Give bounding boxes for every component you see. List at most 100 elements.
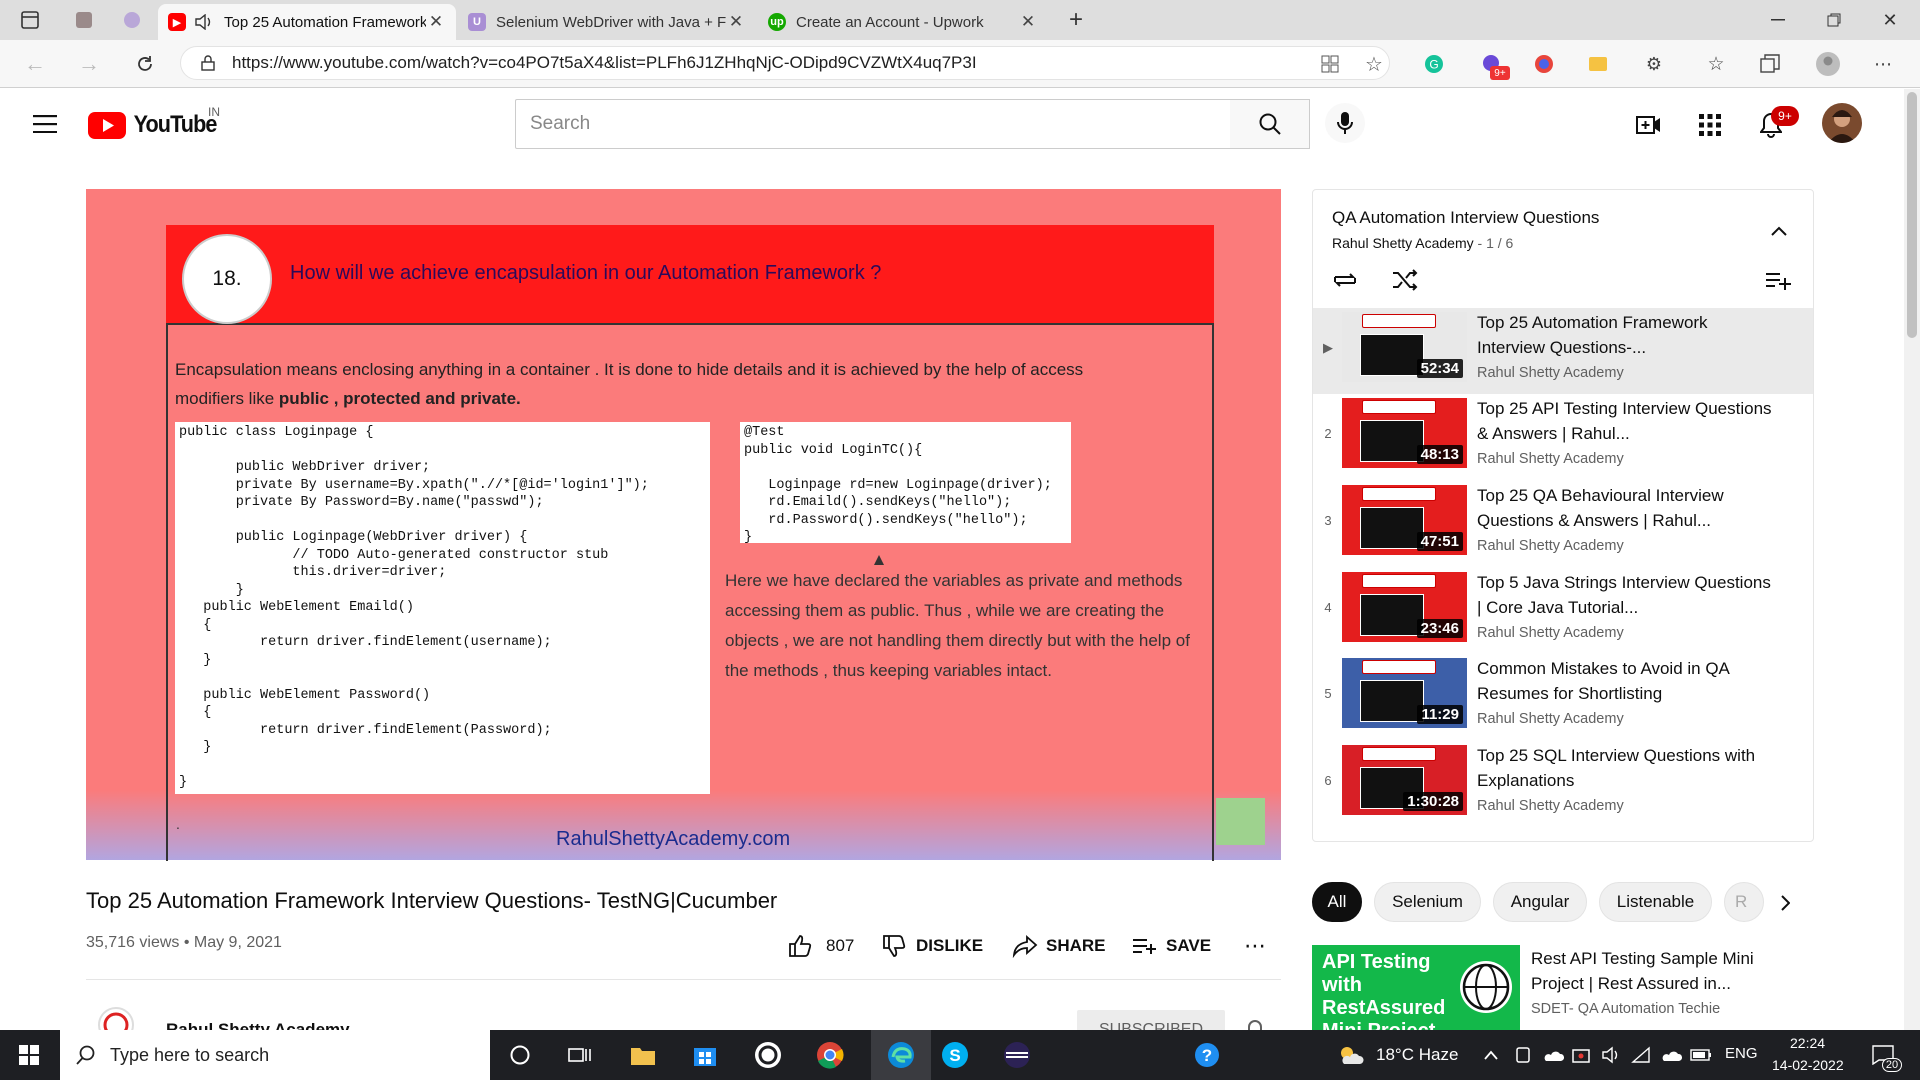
lock-icon[interactable] xyxy=(198,53,218,73)
voice-search-button[interactable] xyxy=(1325,103,1365,143)
scrollbar-thumb[interactable] xyxy=(1907,92,1917,338)
edge-icon[interactable] xyxy=(886,1040,916,1070)
clock-date[interactable]: 14-02-2022 xyxy=(1772,1057,1844,1073)
playlist-item-title[interactable]: Top 25 SQL Interview Questions with Expl… xyxy=(1477,743,1777,793)
close-tab-icon[interactable]: ✕ xyxy=(726,12,746,32)
tab-upwork[interactable]: up Create an Account - Upwork ✕ xyxy=(758,4,1048,40)
tray-device-icon[interactable] xyxy=(1508,1040,1538,1070)
help-icon[interactable]: ? xyxy=(1192,1040,1222,1070)
playlist-item[interactable]: 5 11:29 Common Mistakes to Avoid in QA Res… xyxy=(1313,654,1813,740)
extensions-icon[interactable]: ⚙ xyxy=(1642,52,1666,76)
loop-playlist-icon[interactable] xyxy=(1330,265,1360,295)
dislike-button[interactable]: DISLIKE xyxy=(882,932,983,960)
clock-time[interactable]: 22:24 xyxy=(1790,1035,1825,1051)
tab-udemy[interactable]: U Selenium WebDriver with Java + Framewo… xyxy=(458,4,756,40)
chip-selenium[interactable]: Selenium xyxy=(1374,882,1481,922)
playlist-item-thumbnail[interactable]: 48:13 xyxy=(1342,398,1467,468)
pinned-tab-icon[interactable] xyxy=(72,8,96,32)
color-picker-icon[interactable] xyxy=(1532,52,1556,76)
playlist-item-thumbnail[interactable]: 52:34 xyxy=(1342,312,1467,382)
back-icon[interactable]: ← xyxy=(20,51,50,77)
tab-youtube[interactable]: ▶ Top 25 Automation Framework Interview … xyxy=(158,4,456,40)
eclipse-icon[interactable] xyxy=(1002,1040,1032,1070)
favorites-icon[interactable]: ☆ xyxy=(1704,52,1728,76)
playlist-item-title[interactable]: Common Mistakes to Avoid in QA Resumes f… xyxy=(1477,656,1777,706)
tray-security-icon[interactable] xyxy=(1566,1040,1596,1070)
shuffle-icon[interactable] xyxy=(1390,265,1420,295)
playlist-item-title[interactable]: Top 25 QA Behavioural Interview Question… xyxy=(1477,483,1777,533)
share-button[interactable]: SHARE xyxy=(1012,932,1106,960)
speaker-icon[interactable] xyxy=(194,14,214,30)
playlist-item[interactable]: 6 1:30:28 Top 25 SQL Interview Questions w… xyxy=(1313,741,1813,827)
chip-listenable[interactable]: Listenable xyxy=(1599,882,1712,922)
language-indicator[interactable]: ENG xyxy=(1725,1045,1758,1062)
playlist-item-title[interactable]: Top 25 API Testing Interview Questions &… xyxy=(1477,396,1777,446)
chrome-icon[interactable] xyxy=(815,1040,845,1070)
skype-icon[interactable]: S xyxy=(940,1040,970,1070)
playlist-item-thumbnail[interactable]: 1:30:28 xyxy=(1342,745,1467,815)
playlist-item-channel[interactable]: Rahul Shetty Academy xyxy=(1477,538,1624,554)
create-video-icon[interactable] xyxy=(1634,110,1664,140)
forward-icon[interactable]: → xyxy=(74,51,104,77)
more-actions-icon[interactable]: ⋯ xyxy=(1240,932,1270,960)
wifi-icon[interactable] xyxy=(1626,1040,1656,1070)
grammarly-icon[interactable]: G xyxy=(1422,52,1446,76)
onedrive-icon[interactable] xyxy=(1538,1040,1568,1070)
playlist-item-channel[interactable]: Rahul Shetty Academy xyxy=(1477,625,1624,641)
chip-truncated[interactable]: R xyxy=(1724,882,1764,922)
save-button[interactable]: SAVE xyxy=(1132,932,1211,960)
volume-icon[interactable] xyxy=(1596,1040,1626,1070)
profile-avatar-icon[interactable] xyxy=(1814,50,1842,78)
playlist-item-channel[interactable]: Rahul Shetty Academy xyxy=(1477,451,1624,467)
file-explorer-icon[interactable] xyxy=(628,1040,658,1070)
weather-icon[interactable] xyxy=(1336,1040,1366,1070)
close-window-icon[interactable]: ✕ xyxy=(1876,8,1904,32)
playlist-item[interactable]: 3 47:51 Top 25 QA Behavioural Interview Qu… xyxy=(1313,481,1813,567)
cortana-icon[interactable] xyxy=(505,1040,535,1070)
playlist-item-thumbnail[interactable]: 47:51 xyxy=(1342,485,1467,555)
settings-more-icon[interactable]: ⋯ xyxy=(1870,52,1896,76)
recommended-channel[interactable]: SDET- QA Automation Techie xyxy=(1531,1001,1720,1017)
playlist-item[interactable]: 4 23:46 Top 5 Java Strings Interview Quest… xyxy=(1313,568,1813,654)
playlist-item-channel[interactable]: Rahul Shetty Academy xyxy=(1477,365,1624,381)
tray-chevron-icon[interactable] xyxy=(1476,1040,1506,1070)
playlist-item-thumbnail[interactable]: 23:46 xyxy=(1342,572,1467,642)
cloud-sync-icon[interactable] xyxy=(1656,1040,1686,1070)
task-view-icon[interactable] xyxy=(565,1040,595,1070)
minimize-icon[interactable] xyxy=(1764,8,1792,32)
apps-grid-icon[interactable] xyxy=(1695,110,1725,140)
add-to-queue-icon[interactable] xyxy=(1763,265,1793,295)
youtube-logo[interactable]: YouTube xyxy=(88,110,221,140)
like-button[interactable]: 807 xyxy=(788,932,854,960)
playlist-item-thumbnail[interactable]: 11:29 xyxy=(1342,658,1467,728)
chips-next-icon[interactable] xyxy=(1770,888,1800,918)
taskbar-search-box[interactable]: Type here to search xyxy=(60,1030,490,1080)
chip-angular[interactable]: Angular xyxy=(1493,882,1587,922)
playlist-item-title[interactable]: Top 25 Automation Framework Interview Qu… xyxy=(1477,310,1777,360)
menu-hamburger-icon[interactable] xyxy=(30,110,60,138)
favorite-star-icon[interactable]: ☆ xyxy=(1362,52,1386,76)
playlist-item[interactable]: ▶ 52:34 Top 25 Automation Framework Interv… xyxy=(1313,308,1813,394)
note-extension-icon[interactable] xyxy=(1586,52,1610,76)
maximize-icon[interactable] xyxy=(1820,8,1848,32)
collections-icon[interactable] xyxy=(1758,52,1782,76)
playlist-title[interactable]: QA Automation Interview Questions xyxy=(1332,208,1599,228)
chip-all[interactable]: All xyxy=(1312,882,1362,922)
refresh-icon[interactable] xyxy=(130,51,160,77)
playlist-item-channel[interactable]: Rahul Shetty Academy xyxy=(1477,798,1624,814)
close-tab-icon[interactable]: ✕ xyxy=(426,12,446,32)
app-circle-icon[interactable] xyxy=(753,1040,783,1070)
playlist-item-title[interactable]: Top 5 Java Strings Interview Questions |… xyxy=(1477,570,1777,620)
close-tab-icon[interactable]: ✕ xyxy=(1018,12,1038,32)
windows-start-icon[interactable] xyxy=(14,1040,44,1070)
app-available-icon[interactable] xyxy=(1318,52,1342,76)
collapse-playlist-icon[interactable] xyxy=(1766,218,1792,244)
microsoft-store-icon[interactable] xyxy=(690,1040,720,1070)
playlist-item[interactable]: 2 48:13 Top 25 API Testing Interview Quest… xyxy=(1313,394,1813,480)
search-button[interactable] xyxy=(1230,99,1310,149)
pinned-udemy-icon[interactable] xyxy=(120,8,144,32)
search-input[interactable]: Search xyxy=(515,99,1231,149)
playlist-channel[interactable]: Rahul Shetty Academy xyxy=(1332,235,1474,251)
recommended-title[interactable]: Rest API Testing Sample Mini Project | R… xyxy=(1531,946,1801,996)
url-text[interactable]: https://www.youtube.com/watch?v=co4PO7t5… xyxy=(232,53,977,73)
